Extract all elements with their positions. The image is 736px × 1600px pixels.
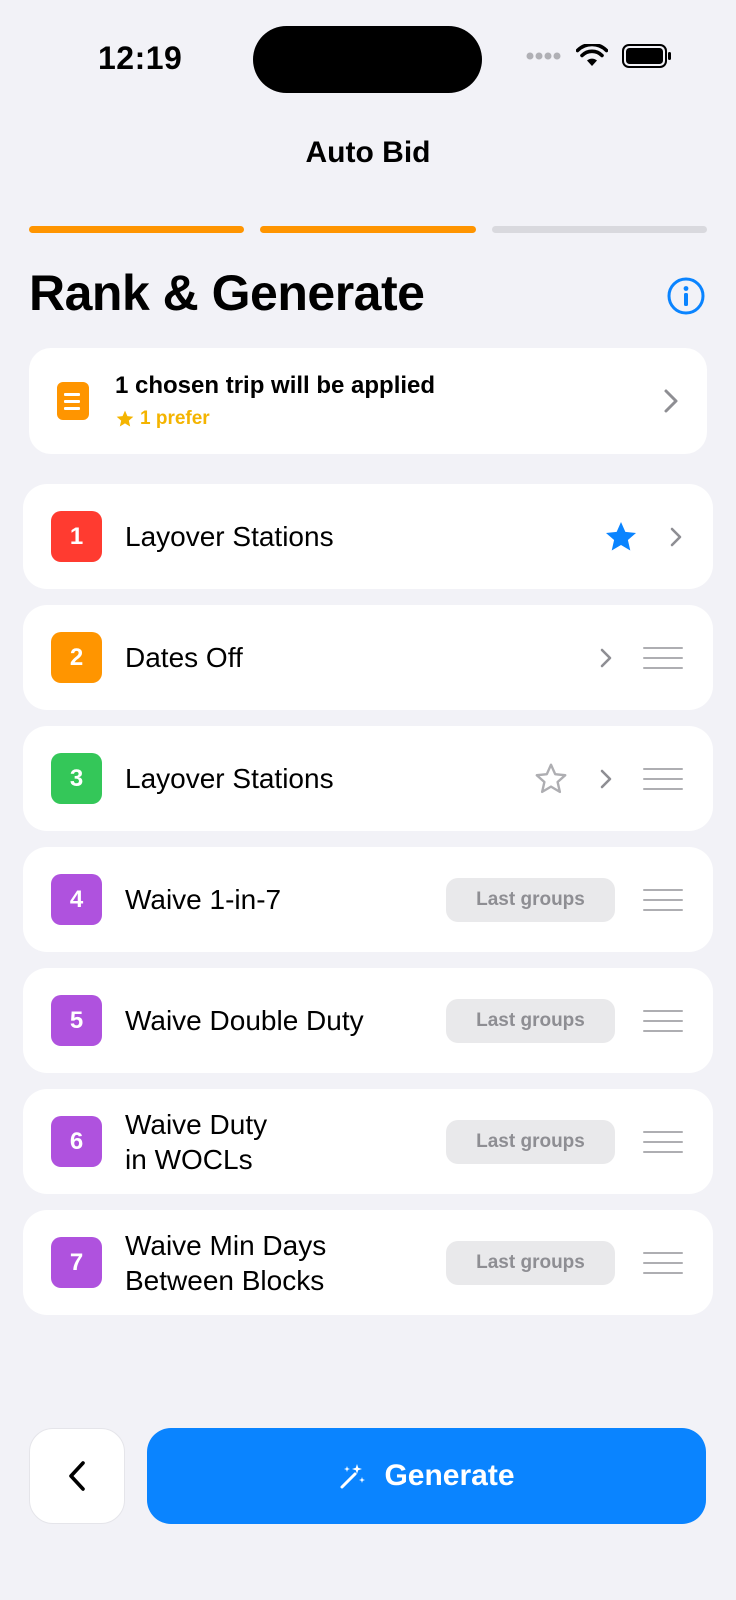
rank-label: Waive Double Duty	[125, 1005, 364, 1036]
rank-row-6[interactable]: 6 Waive Duty in WOCLs Last groups	[23, 1089, 713, 1194]
chevron-right-icon	[664, 389, 678, 413]
dynamic-island	[253, 26, 482, 93]
chosen-trips-title: 1 chosen trip will be applied	[115, 372, 436, 399]
rank-label: Waive Duty in WOCLs	[125, 1107, 446, 1177]
prefer-count: 1 prefer	[115, 408, 663, 430]
last-groups-pill[interactable]: Last groups	[446, 1119, 615, 1164]
rank-row-2[interactable]: 2 Dates Off	[23, 605, 713, 710]
auto-bid-screen: 12:19 Auto Bid Rank & Generate 1 chosen …	[0, 0, 736, 1600]
rank-row-5[interactable]: 5 Waive Double Duty Last groups	[23, 968, 713, 1073]
wifi-icon	[576, 44, 608, 66]
rank-row-7[interactable]: 7 Waive Min Days Between Blocks Last gro…	[23, 1210, 713, 1315]
nav-title: Auto Bid	[305, 136, 431, 169]
star-filled-icon[interactable]	[603, 519, 639, 555]
rank-label-line: Waive Duty	[125, 1108, 268, 1140]
generate-button[interactable]: Generate	[147, 1428, 706, 1524]
chosen-trips-text: 1 chosen trip will be applied 1 prefer	[115, 372, 663, 430]
rank-row-3[interactable]: 3 Layover Stations	[23, 726, 713, 831]
drag-handle-icon[interactable]	[643, 888, 683, 911]
rank-label: Dates Off	[125, 642, 243, 673]
rank-badge: 3	[51, 753, 102, 804]
rank-list: 1 Layover Stations 2 Dates Off 3 Layover…	[23, 484, 713, 1331]
star-filled-icon	[116, 410, 134, 427]
progress-step-1	[29, 226, 245, 233]
rank-label: Waive Min Days Between Blocks	[125, 1228, 446, 1298]
status-time: 12:19	[98, 40, 183, 76]
chevron-right-icon	[670, 527, 682, 546]
chevron-right-icon	[600, 769, 612, 788]
progress-step-2	[260, 226, 476, 233]
rank-label: Waive 1-in-7	[125, 884, 282, 915]
drag-handle-icon[interactable]	[643, 1009, 683, 1032]
rank-row-1[interactable]: 1 Layover Stations	[23, 484, 713, 589]
progress-step-3	[491, 226, 707, 233]
rank-row-4[interactable]: 4 Waive 1-in-7 Last groups	[23, 847, 713, 952]
generate-label: Generate	[384, 1459, 515, 1492]
rank-label: Layover Stations	[125, 763, 334, 794]
chevron-right-icon	[600, 648, 612, 667]
last-groups-pill[interactable]: Last groups	[446, 1240, 615, 1285]
rank-label-line: in WOCLs	[125, 1143, 253, 1175]
last-groups-pill[interactable]: Last groups	[446, 998, 615, 1043]
rank-badge: 4	[51, 874, 102, 925]
rank-label-line: Between Blocks	[125, 1264, 325, 1296]
chosen-trips-card[interactable]: 1 chosen trip will be applied 1 prefer	[29, 348, 707, 454]
step-progress	[29, 226, 707, 233]
back-button[interactable]	[29, 1428, 125, 1524]
star-outline-icon[interactable]	[533, 761, 569, 797]
rank-badge: 7	[51, 1237, 102, 1288]
rank-label-line: Waive Min Days	[125, 1229, 327, 1261]
list-icon	[57, 382, 89, 420]
status-icons	[526, 44, 672, 68]
info-icon[interactable]	[666, 276, 706, 316]
magic-wand-icon	[340, 1464, 366, 1489]
cellular-signal-icon	[526, 52, 561, 60]
rank-badge: 2	[51, 632, 102, 683]
rank-label: Layover Stations	[125, 521, 334, 552]
prefer-count-label: 1 prefer	[140, 408, 210, 429]
rank-badge: 6	[51, 1116, 102, 1167]
last-groups-pill[interactable]: Last groups	[446, 877, 615, 922]
chevron-left-icon	[69, 1461, 85, 1491]
page-heading: Rank & Generate	[29, 265, 425, 321]
battery-icon	[622, 44, 671, 68]
drag-handle-icon[interactable]	[643, 646, 683, 669]
drag-handle-icon[interactable]	[643, 767, 683, 790]
rank-badge: 5	[51, 995, 102, 1046]
drag-handle-icon[interactable]	[643, 1251, 683, 1274]
drag-handle-icon[interactable]	[643, 1130, 683, 1153]
rank-badge: 1	[51, 511, 102, 562]
